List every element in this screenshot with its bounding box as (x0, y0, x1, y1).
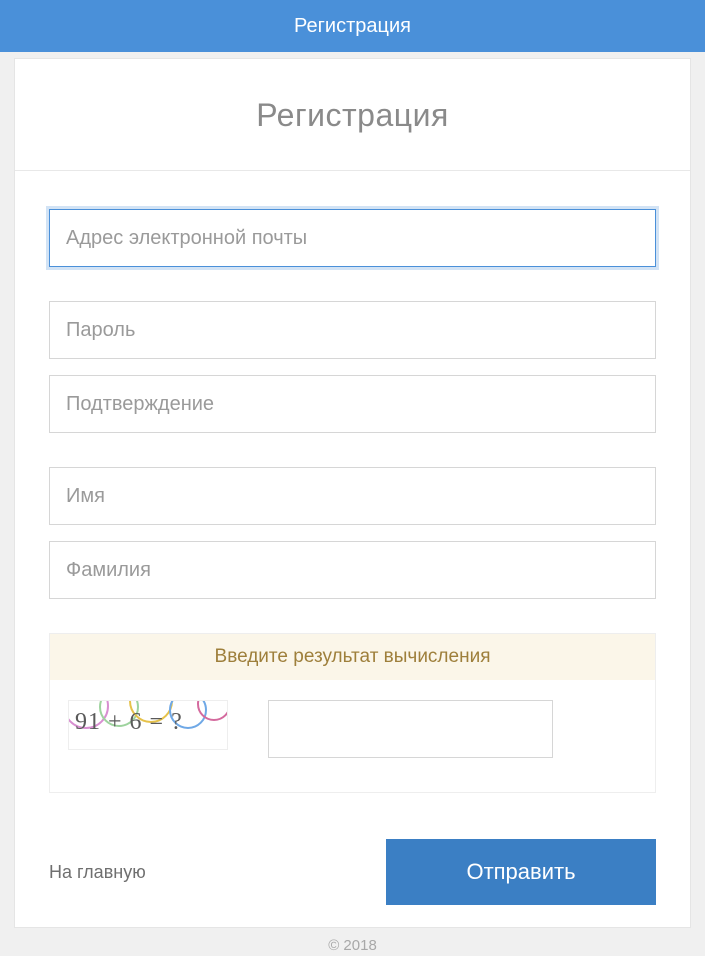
form-footer: На главную Отправить (49, 839, 656, 905)
captcha-image: 91 + 6 = ? (68, 700, 228, 750)
password-field[interactable] (49, 301, 656, 359)
submit-button[interactable]: Отправить (386, 839, 656, 905)
captcha-header: Введите результат вычисления (50, 634, 655, 680)
email-field[interactable] (49, 209, 656, 267)
copyright-prefix: © 2018 (328, 937, 377, 954)
card-header: Регистрация (15, 59, 690, 171)
captcha-input[interactable] (268, 700, 553, 758)
topbar-title: Регистрация (294, 15, 411, 38)
field-email-wrap (49, 209, 656, 267)
home-link[interactable]: На главную (49, 862, 146, 883)
field-confirm-wrap (49, 375, 656, 433)
field-password-wrap (49, 301, 656, 359)
captcha-expression: 91 + 6 = ? (75, 709, 183, 736)
registration-card: Регистрация Введите результат вычисления (14, 58, 691, 928)
page-footer: © 2018 (0, 937, 705, 954)
captcha-body: 91 + 6 = ? (50, 680, 655, 792)
page-title: Регистрация (15, 97, 690, 134)
field-firstname-wrap (49, 467, 656, 525)
lastname-field[interactable] (49, 541, 656, 599)
firstname-field[interactable] (49, 467, 656, 525)
confirm-password-field[interactable] (49, 375, 656, 433)
captcha-block: Введите результат вычисления 91 + 6 = ? (49, 633, 656, 793)
topbar: Регистрация (0, 0, 705, 52)
form-area: Введите результат вычисления 91 + 6 = ? (15, 171, 690, 793)
field-lastname-wrap (49, 541, 656, 599)
